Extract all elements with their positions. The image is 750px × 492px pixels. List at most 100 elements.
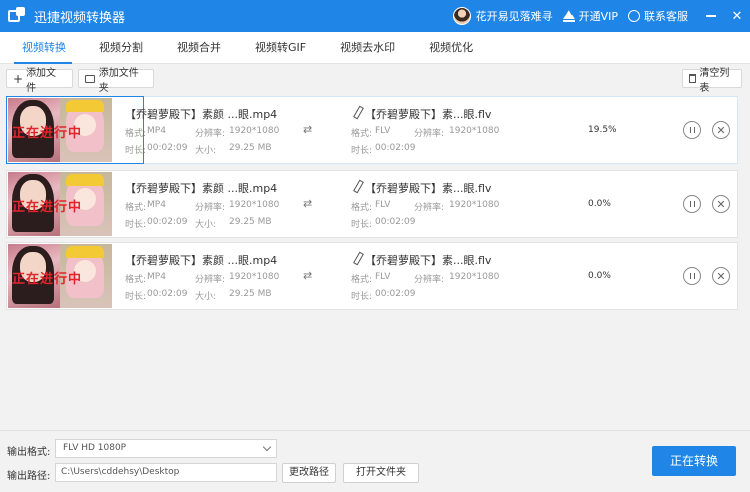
tab-video-merge[interactable]: 视频合并 — [160, 32, 238, 64]
format-label: 格式: — [125, 203, 147, 213]
duration-label: 时长: — [125, 292, 147, 302]
user-profile[interactable]: 花开易见落难寻 — [452, 7, 553, 25]
source-duration: 00:02:09 — [147, 143, 188, 153]
tab-video-split[interactable]: 视频分割 — [82, 32, 160, 64]
remove-button[interactable]: ✕ — [712, 267, 730, 285]
add-file-button[interactable]: + 添加文件 — [6, 68, 73, 94]
add-file-label: 添加文件 — [26, 67, 57, 94]
output-path-field[interactable]: C:\Users\cddehsy\Desktop — [55, 463, 277, 482]
source-size: 29.25 MB — [229, 143, 272, 153]
add-folder-label: 添加文件夹 — [98, 67, 139, 94]
duration-label: 时长: — [351, 220, 373, 230]
output-path-value: C:\Users\cddehsy\Desktop — [61, 467, 180, 477]
resolution-label: 分辨率: — [414, 275, 445, 285]
trash-icon — [689, 74, 697, 83]
target-format: FLV — [375, 126, 391, 136]
size-label: 大小: — [195, 292, 217, 302]
thumbnail-caption: 正在进行中 — [12, 126, 83, 141]
tab-video-to-gif[interactable]: 视频转GIF — [238, 32, 323, 64]
convert-button[interactable]: 正在转换 — [652, 446, 736, 476]
duration-label: 时长: — [351, 146, 373, 156]
vip-button[interactable]: 开通VIP — [562, 8, 618, 24]
target-duration: 00:02:09 — [375, 289, 416, 299]
support-label: 联系客服 — [644, 10, 688, 23]
resolution-label: 分辨率: — [414, 129, 445, 139]
source-duration: 00:02:09 — [147, 289, 188, 299]
source-file-name: 【乔碧萝殿下】素颜 ...眼.mp4 — [125, 254, 278, 267]
format-label: 格式: — [125, 275, 147, 285]
file-row[interactable]: 正在进行中 【乔碧萝殿下】素颜 ...眼.mp4 格式: MP4 分辨率: 19… — [6, 170, 738, 238]
output-format-value: FLV HD 1080P — [63, 443, 127, 453]
tab-video-optimize[interactable]: 视频优化 — [412, 32, 490, 64]
file-row[interactable]: 正在进行中 【乔碧萝殿下】素颜 ...眼.mp4 格式: MP4 分辨率: 19… — [6, 242, 738, 310]
shuffle-icon: ⇄ — [303, 123, 313, 136]
source-duration: 00:02:09 — [147, 217, 188, 227]
support-button[interactable]: 联系客服 — [628, 8, 688, 24]
format-label: 格式: — [351, 129, 373, 139]
target-resolution: 1920*1080 — [449, 200, 500, 210]
user-name: 花开易见落难寻 — [475, 10, 553, 23]
tab-video-convert[interactable]: 视频转换 — [0, 32, 82, 64]
source-format: MP4 — [147, 272, 166, 282]
pause-icon — [689, 273, 695, 279]
remove-button[interactable]: ✕ — [712, 121, 730, 139]
source-format: MP4 — [147, 126, 166, 136]
source-size: 29.25 MB — [229, 289, 272, 299]
title-bar: 迅捷视频转换器 花开易见落难寻 开通VIP 联系客服 ✕ — [0, 0, 750, 32]
size-label: 大小: — [195, 220, 217, 230]
output-settings-panel: 输出格式: FLV HD 1080P 输出路径: C:\Users\cddehs… — [0, 430, 750, 492]
resolution-label: 分辨率: — [195, 129, 226, 139]
progress-percent: 0.0% — [588, 271, 611, 281]
format-label: 格式: — [351, 275, 373, 285]
output-path-label: 输出路径: — [7, 471, 51, 482]
video-thumbnail: 正在进行中 — [8, 98, 112, 162]
size-label: 大小: — [195, 146, 217, 156]
edit-icon[interactable] — [352, 180, 362, 192]
format-label: 格式: — [351, 203, 373, 213]
tab-remove-watermark[interactable]: 视频去水印 — [323, 32, 412, 64]
resolution-label: 分辨率: — [195, 203, 226, 213]
output-format-label: 输出格式: — [7, 447, 51, 458]
source-file-name: 【乔碧萝殿下】素颜 ...眼.mp4 — [125, 182, 278, 195]
source-file-name: 【乔碧萝殿下】素颜 ...眼.mp4 — [125, 108, 278, 121]
edit-icon[interactable] — [352, 106, 362, 118]
format-label: 格式: — [125, 129, 147, 139]
chevron-down-icon — [262, 442, 272, 452]
thumbnail-caption: 正在进行中 — [12, 200, 83, 215]
close-icon: ✕ — [731, 8, 743, 24]
tab-bar: 视频转换 视频分割 视频合并 视频转GIF 视频去水印 视频优化 — [0, 32, 750, 64]
target-file-name: 【乔碧萝殿下】素...眼.flv — [365, 182, 492, 195]
remove-icon: ✕ — [716, 197, 726, 211]
chat-icon — [628, 10, 640, 22]
close-button[interactable]: ✕ — [724, 0, 750, 32]
file-row[interactable]: 正在进行中 【乔碧萝殿下】素颜 ...眼.mp4 格式: MP4 分辨率: 19… — [6, 96, 738, 164]
target-format: FLV — [375, 200, 391, 210]
progress-percent: 0.0% — [588, 199, 611, 209]
source-size: 29.25 MB — [229, 217, 272, 227]
pause-button[interactable] — [683, 267, 701, 285]
minimize-button[interactable] — [698, 0, 724, 32]
vip-label: 开通VIP — [578, 10, 618, 23]
target-file-name: 【乔碧萝殿下】素...眼.flv — [365, 108, 492, 121]
pause-button[interactable] — [683, 121, 701, 139]
source-resolution: 1920*1080 — [229, 200, 280, 210]
open-folder-button[interactable]: 打开文件夹 — [343, 463, 419, 483]
shuffle-icon: ⇄ — [303, 269, 313, 282]
remove-icon: ✕ — [716, 269, 726, 283]
pause-button[interactable] — [683, 195, 701, 213]
video-thumbnail: 正在进行中 — [8, 244, 112, 308]
pause-icon — [689, 201, 695, 207]
target-resolution: 1920*1080 — [449, 126, 500, 136]
add-folder-button[interactable]: 添加文件夹 — [78, 68, 154, 94]
thumbnail-caption: 正在进行中 — [12, 272, 83, 287]
duration-label: 时长: — [125, 146, 147, 156]
edit-icon[interactable] — [352, 252, 362, 264]
clear-list-button[interactable]: 清空列表 — [682, 68, 742, 94]
source-format: MP4 — [147, 200, 166, 210]
output-format-select[interactable]: FLV HD 1080P — [55, 439, 277, 458]
change-path-button[interactable]: 更改路径 — [282, 463, 336, 483]
target-resolution: 1920*1080 — [449, 272, 500, 282]
toolbar: + 添加文件 添加文件夹 清空列表 — [0, 64, 750, 94]
app-logo-icon — [8, 7, 26, 25]
remove-button[interactable]: ✕ — [712, 195, 730, 213]
